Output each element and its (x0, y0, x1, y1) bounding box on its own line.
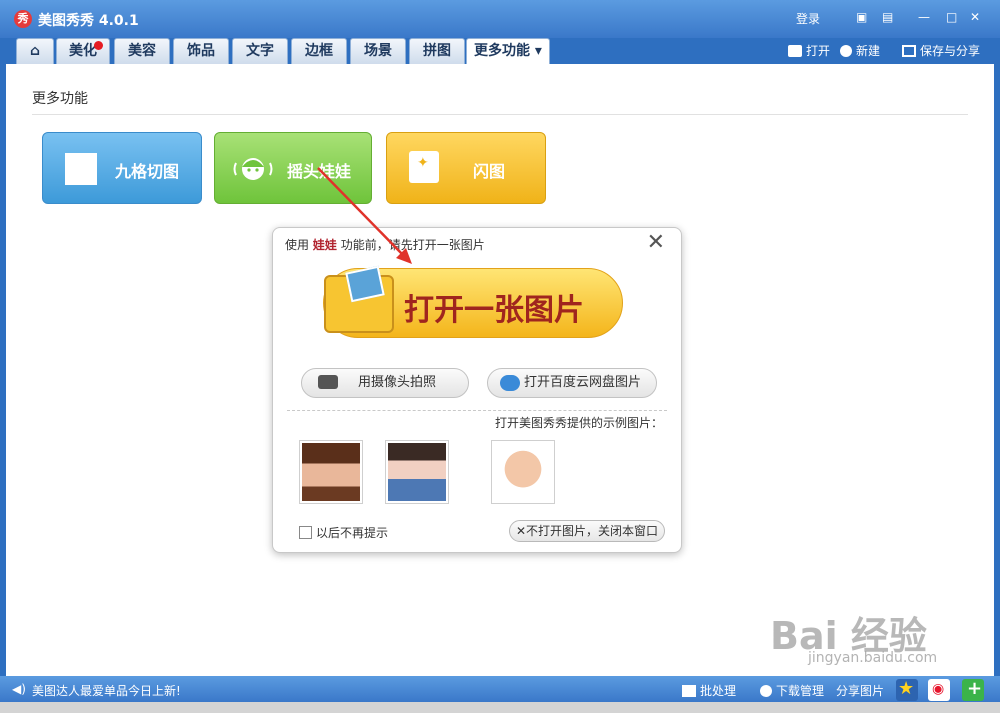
nine-grid-label: 九格切图 (115, 162, 180, 181)
flash-image-button[interactable]: ✦ 闪图 (386, 132, 546, 204)
dialog-message: 使用 娃娃 功能前，请先打开一张图片 (285, 236, 485, 253)
taskbar (0, 702, 1000, 713)
batch-label: 批处理 (700, 684, 737, 698)
baidu-cloud-button[interactable]: 打开百度云网盘图片 (487, 368, 657, 398)
tab-beautify[interactable]: 美化 (56, 38, 110, 64)
open-file-label: 打开 (806, 44, 831, 58)
star-icon[interactable]: ★ (896, 678, 918, 701)
open-image-dialog: 使用 娃娃 功能前，请先打开一张图片 ✕ 打开一张图片 用摄像头拍照 打开百度云… (272, 227, 682, 553)
camera-button[interactable]: 用摄像头拍照 (301, 368, 469, 398)
separator (287, 410, 667, 411)
weibo-icon[interactable]: ◉ (928, 679, 950, 701)
section-title: 更多功能 (32, 91, 88, 107)
add-icon[interactable]: + (962, 678, 984, 701)
open-image-button[interactable]: 打开一张图片 (323, 265, 623, 338)
message-icon[interactable]: ▣ (856, 10, 867, 24)
open-image-label: 打开一张图片 (404, 293, 584, 328)
sample-photo-baby (494, 443, 552, 501)
no-remind-label: 以后不再提示 (316, 526, 389, 540)
app-title: 美图秀秀 4.0.1 (38, 13, 139, 29)
batch-icon (682, 685, 696, 697)
checkbox-box[interactable] (299, 526, 312, 539)
camera-icon (318, 375, 338, 389)
notification-dot (94, 41, 103, 50)
dialog-message-prefix: 使用 (285, 238, 310, 252)
app-window: 秀 美图秀秀 4.0.1 登录 ▣ ▤ — □ ✕ ⌂ 美化 美容 饰品 文字 … (0, 0, 1000, 713)
bobblehead-button[interactable]: 摇头娃娃 (214, 132, 372, 204)
folder-icon (788, 45, 802, 57)
dialog-close-icon[interactable]: ✕ (647, 230, 665, 255)
sample-image[interactable] (385, 440, 449, 504)
dialog-feature-name: 娃娃 (312, 238, 337, 252)
app-logo-icon: 秀 (14, 10, 32, 28)
download-manager-button[interactable]: 下载管理 (760, 682, 824, 699)
open-file-button[interactable]: 打开 (788, 42, 830, 59)
share-image-button[interactable]: 分享图片 (836, 682, 884, 699)
sparkle-icon: ✦ (409, 151, 439, 183)
sample-photo-woman-bangs (302, 443, 360, 501)
plus-circle-icon (840, 45, 852, 57)
tab-collage[interactable]: 拼图 (409, 38, 465, 64)
tab-more[interactable]: 更多功能 ▾ (466, 38, 550, 64)
status-bar: ◀) 美图达人最爱单品今日上新! 批处理 下载管理 分享图片 (0, 676, 1000, 702)
sample-photo-woman-denim (388, 443, 446, 501)
bobblehead-label: 摇头娃娃 (287, 162, 352, 181)
sample-image[interactable] (491, 440, 555, 504)
save-icon (902, 45, 916, 57)
minimize-button[interactable]: — (918, 10, 930, 24)
tab-home[interactable]: ⌂ (16, 38, 54, 64)
nine-grid-button[interactable]: 九格切图 (42, 132, 202, 204)
tab-accessories[interactable]: 饰品 (173, 38, 229, 64)
sample-image[interactable] (299, 440, 363, 504)
baidu-cloud-label: 打开百度云网盘图片 (524, 375, 642, 390)
title-bar: 秀 美图秀秀 4.0.1 登录 ▣ ▤ — □ ✕ (0, 0, 1000, 38)
cloud-icon (500, 375, 520, 391)
save-share-label: 保存与分享 (920, 44, 981, 58)
news-ticker[interactable]: 美图达人最爱单品今日上新! (32, 682, 181, 699)
speaker-icon: ◀) (12, 682, 26, 696)
tab-frame[interactable]: 边框 (291, 38, 347, 64)
tab-scene[interactable]: 场景 (350, 38, 406, 64)
skin-icon[interactable]: ▤ (882, 10, 893, 24)
baidu-watermark-url: jingyan.baidu.com (808, 650, 938, 666)
dialog-message-suffix: 功能前，请先打开一张图片 (340, 238, 485, 252)
close-button[interactable]: ✕ (970, 10, 980, 24)
divider (32, 114, 968, 115)
tab-text[interactable]: 文字 (232, 38, 288, 64)
sample-images-label: 打开美图秀秀提供的示例图片： (495, 416, 664, 430)
maximize-button[interactable]: □ (946, 10, 957, 24)
login-link[interactable]: 登录 (796, 10, 820, 27)
new-button[interactable]: 新建 (840, 42, 880, 59)
no-remind-checkbox[interactable]: 以后不再提示 (299, 524, 388, 541)
flash-image-label: 闪图 (473, 162, 506, 181)
folder-photo-icon (324, 265, 394, 333)
grid-icon (65, 153, 97, 185)
dismiss-button[interactable]: ✕不打开图片，关闭本窗口 (509, 520, 665, 542)
save-share-button[interactable]: 保存与分享 (902, 42, 980, 59)
download-label: 下载管理 (776, 684, 825, 698)
bobblehead-icon (233, 158, 273, 180)
tab-beautify-label: 美化 (69, 43, 97, 59)
download-icon (760, 685, 772, 697)
batch-process-button[interactable]: 批处理 (682, 682, 736, 699)
new-label: 新建 (856, 44, 881, 58)
camera-label: 用摄像头拍照 (358, 375, 437, 390)
tab-beauty[interactable]: 美容 (114, 38, 170, 64)
